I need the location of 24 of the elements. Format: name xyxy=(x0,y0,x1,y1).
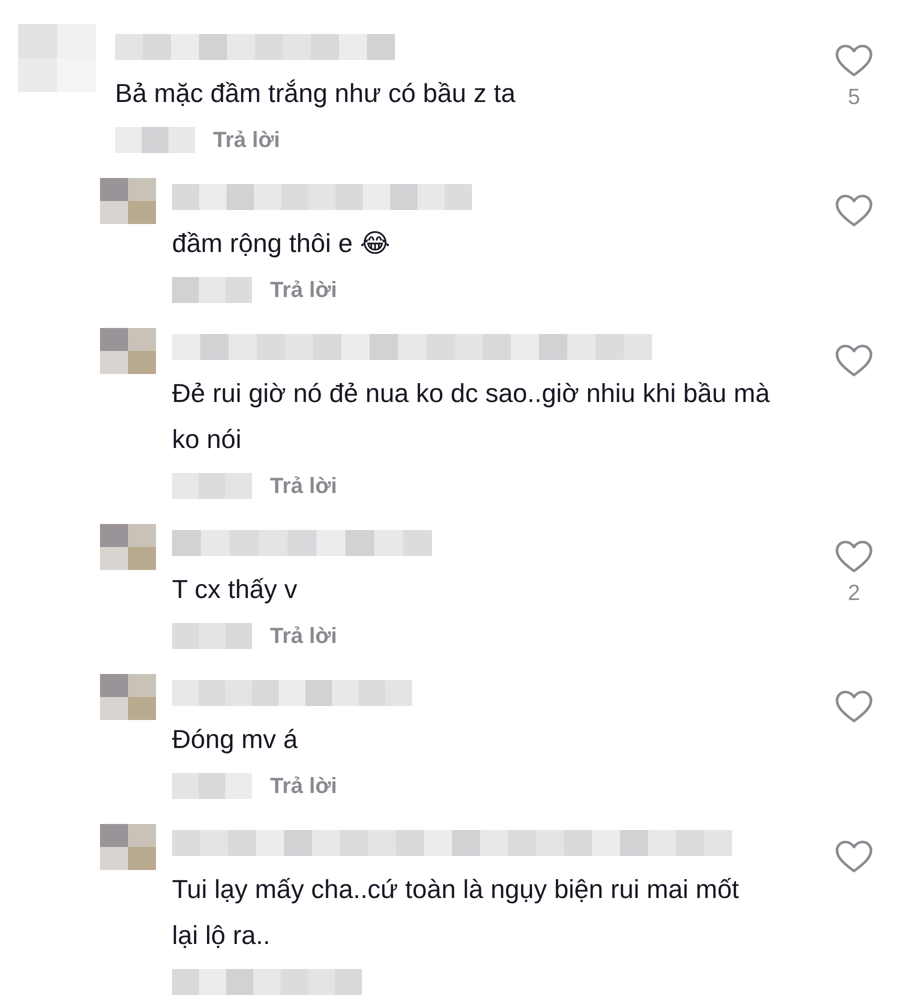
like-count: 5 xyxy=(848,84,860,110)
reply-link[interactable]: Trả lời xyxy=(213,127,280,153)
comment-text: Đóng mv á xyxy=(172,723,299,756)
heart-icon[interactable] xyxy=(835,840,873,874)
heart-icon[interactable] xyxy=(835,344,873,378)
heart-icon[interactable] xyxy=(835,194,873,228)
blurred-avatar-drawing xyxy=(100,178,156,224)
blurred-avatar-drawing xyxy=(100,674,156,720)
heart-icon[interactable] xyxy=(835,44,873,78)
reply-link[interactable]: Trả lời xyxy=(270,473,337,499)
reply-link[interactable]: Trả lời xyxy=(270,773,337,799)
reply-link[interactable]: Trả lời xyxy=(270,623,337,649)
comment-text: T cx thấy v xyxy=(172,573,298,606)
heart-icon[interactable] xyxy=(835,690,873,724)
blurred-avatar-drawing xyxy=(100,328,156,374)
comment-text: Bả mặc đầm trắng như có bầu z ta xyxy=(115,77,516,110)
blurred-avatar-drawing xyxy=(100,524,156,570)
blurred-avatar-drawing xyxy=(100,824,156,870)
like-count: 2 xyxy=(848,580,860,606)
heart-icon[interactable] xyxy=(835,540,873,574)
comment-text: đầm rộng thôi e 😂 xyxy=(172,227,392,260)
comment-text: Đẻ rui giờ nó đẻ nua ko dc sao..giờ nhiu khi bầu mà ko nói xyxy=(172,377,771,456)
reply-link[interactable]: Trả lời xyxy=(270,277,337,303)
comment-text: Tui lạy mấy cha..cứ toàn là ngụy biện rui mai mốt lại lộ ra.. xyxy=(172,873,740,952)
